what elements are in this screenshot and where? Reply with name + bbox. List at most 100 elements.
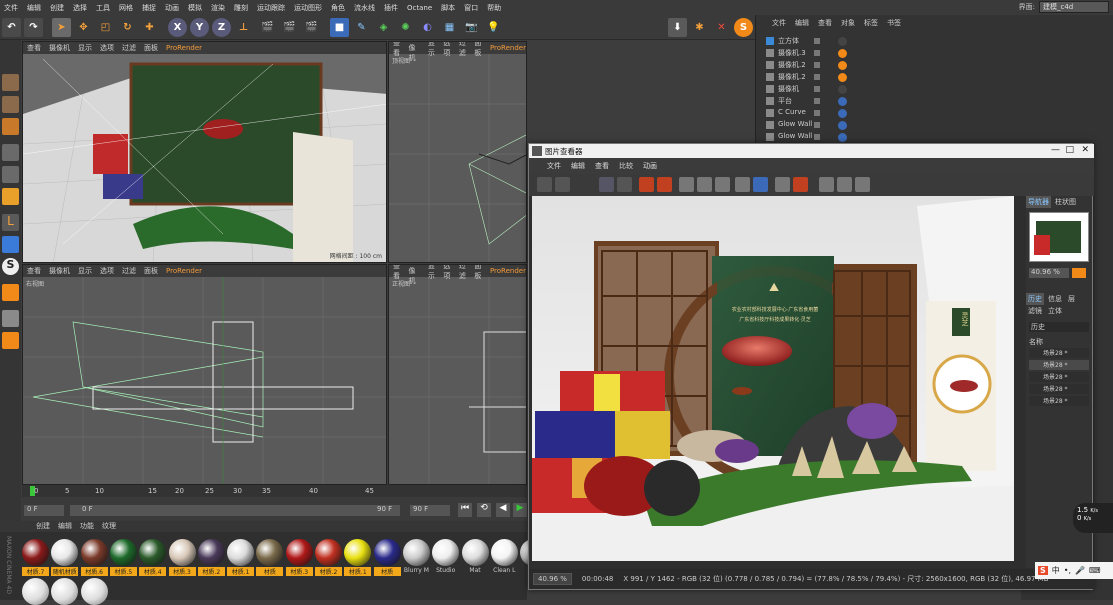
menu-item[interactable]: 选择 <box>73 3 87 13</box>
tab-info[interactable]: 信息 <box>1046 293 1064 305</box>
deformer-icon[interactable]: ◐ <box>418 18 437 37</box>
edges-mode-icon[interactable] <box>2 166 19 183</box>
ime-toolbar[interactable]: S 中 •, 🎤 ⌨ <box>1035 562 1113 579</box>
axis-x-icon[interactable]: X <box>168 18 187 37</box>
keyboard-icon[interactable]: ⌨ <box>1089 566 1101 575</box>
camera-icon[interactable]: 📷 <box>462 18 481 37</box>
visibility-icon[interactable] <box>814 38 820 44</box>
object-menu-item[interactable]: 标签 <box>864 18 878 30</box>
vp-menu-camera[interactable]: 摄像机 <box>49 43 70 53</box>
material-ball[interactable] <box>22 539 49 566</box>
menu-item[interactable]: 窗口 <box>464 3 478 13</box>
mic-icon[interactable]: 🎤 <box>1075 566 1085 575</box>
object-menu-item[interactable]: 对象 <box>841 18 855 30</box>
material-ball[interactable] <box>51 578 79 605</box>
axis-z-icon[interactable]: Z <box>212 18 231 37</box>
vp-menu-panel[interactable]: 面板 <box>144 266 158 276</box>
material-ball[interactable] <box>80 578 108 605</box>
menu-item[interactable]: 工具 <box>96 3 110 13</box>
add-icon[interactable]: ✚ <box>140 18 159 37</box>
select-icon[interactable]: ➤ <box>52 18 71 37</box>
mat-menu-texture[interactable]: 纹理 <box>102 521 116 532</box>
object-menu-item[interactable]: 编辑 <box>795 18 809 30</box>
viewport-top[interactable]: 查看摄像机显示选项过滤面板ProRender 顶视图 <box>388 41 527 263</box>
object-row[interactable]: C Curve <box>756 108 1113 119</box>
interface-selector[interactable]: 界面: 建模_c4d <box>1019 1 1109 13</box>
play-icon[interactable]: ▶ <box>513 503 527 517</box>
pv-menu-item[interactable]: 比较 <box>619 161 633 171</box>
material-ball[interactable] <box>461 539 489 566</box>
tab-stereo[interactable]: 立体 <box>1046 305 1064 317</box>
visibility-icon[interactable] <box>814 86 820 92</box>
visibility-icon[interactable] <box>814 134 820 140</box>
material-ball[interactable] <box>80 539 108 566</box>
cube-icon[interactable]: ■ <box>330 18 349 37</box>
material-ball[interactable] <box>168 539 196 566</box>
anim-icon[interactable] <box>819 177 834 192</box>
end-frame-field[interactable]: 90 F <box>410 505 450 516</box>
tab-layer[interactable]: 层 <box>1066 293 1077 305</box>
coordinate-system-icon[interactable]: ⊥ <box>234 18 253 37</box>
mat-menu-edit[interactable]: 编辑 <box>58 521 72 532</box>
vp-menu-prorender[interactable]: ProRender <box>490 267 526 275</box>
tab-histogram[interactable]: 柱状图 <box>1053 196 1078 208</box>
vp-menu-display[interactable]: 显示 <box>78 266 92 276</box>
open-icon[interactable] <box>537 177 552 192</box>
material-ball[interactable] <box>22 578 49 605</box>
ab-icon[interactable] <box>735 177 750 192</box>
anim3-icon[interactable] <box>855 177 870 192</box>
material-ball[interactable] <box>402 539 430 566</box>
menu-item[interactable]: 编辑 <box>27 3 41 13</box>
visibility-icon[interactable] <box>814 62 820 68</box>
mat-menu-function[interactable]: 功能 <box>80 521 94 532</box>
material-ball[interactable] <box>285 539 313 566</box>
polygons-mode-icon[interactable] <box>2 188 19 205</box>
menu-item[interactable]: Octane <box>407 4 432 12</box>
menu-item[interactable]: 雕刻 <box>234 3 248 13</box>
material-ball[interactable] <box>139 539 167 566</box>
menu-item[interactable]: 网格 <box>119 3 133 13</box>
redo-icon[interactable]: ↷ <box>24 18 43 37</box>
visibility-icon[interactable] <box>814 50 820 56</box>
vp-menu-prorender[interactable]: ProRender <box>166 44 202 52</box>
mat-menu-create[interactable]: 创建 <box>36 521 50 532</box>
zoom-dropdown[interactable]: 40.96 % <box>533 573 572 585</box>
material-ball[interactable] <box>51 539 79 566</box>
vp-menu-prorender[interactable]: ProRender <box>490 44 526 52</box>
vp-menu-panel[interactable]: 面板 <box>144 43 158 53</box>
ab4-icon[interactable] <box>793 177 808 192</box>
menu-item[interactable]: 模拟 <box>188 3 202 13</box>
interface-value[interactable]: 建模_c4d <box>1039 1 1109 13</box>
floor-icon[interactable]: ▦ <box>440 18 459 37</box>
history-item[interactable]: 场景28 * <box>1029 372 1089 382</box>
vp-menu-display[interactable]: 显示 <box>78 43 92 53</box>
history-item[interactable]: 场景28 * <box>1029 360 1089 370</box>
viewport-perspective[interactable]: 查看 摄像机 显示 选项 过滤 面板 ProRender 网格间距 : 100 cm <box>22 41 387 263</box>
rotate-icon[interactable]: ↻ <box>118 18 137 37</box>
punct-icon[interactable]: •, <box>1064 566 1071 575</box>
stop2-icon[interactable] <box>657 177 672 192</box>
navigator-thumbnail[interactable] <box>1029 212 1089 262</box>
render-view-icon[interactable]: 🎬 <box>258 18 277 37</box>
object-row[interactable]: 摄像机.2 <box>756 60 1113 71</box>
menu-item[interactable]: 帮助 <box>487 3 501 13</box>
object-row[interactable]: Glow Wall <box>756 132 1113 143</box>
vp-menu-camera[interactable]: 摄像机 <box>49 266 70 276</box>
light-icon[interactable]: 💡 <box>484 18 503 37</box>
ab3-icon[interactable] <box>775 177 790 192</box>
menu-item[interactable]: 脚本 <box>441 3 455 13</box>
visibility-icon[interactable] <box>814 98 820 104</box>
minimize-icon[interactable]: — <box>1051 145 1060 155</box>
render-settings-icon[interactable]: 🎬 <box>302 18 321 37</box>
rendered-image[interactable]: ⛰ 农业农村部科技发展中心·广东省食用菌 广东省科技厅科技成果转化·灵芝 灵芝 <box>532 196 1014 561</box>
material-ball[interactable] <box>227 539 255 566</box>
nav-zoom-field[interactable]: 40.96 % <box>1029 268 1069 278</box>
menu-item[interactable]: 插件 <box>384 3 398 13</box>
history-item[interactable]: 场景28 * <box>1029 348 1089 358</box>
ab2-icon[interactable] <box>753 177 768 192</box>
render-picture-viewer-icon[interactable]: 🎬 <box>280 18 299 37</box>
frame-range-slider[interactable]: 0 F <box>70 505 400 516</box>
object-row[interactable]: 平台 <box>756 96 1113 107</box>
prev-key-icon[interactable]: ⟲ <box>477 503 491 517</box>
history-item[interactable]: 场景28 * <box>1029 396 1089 406</box>
